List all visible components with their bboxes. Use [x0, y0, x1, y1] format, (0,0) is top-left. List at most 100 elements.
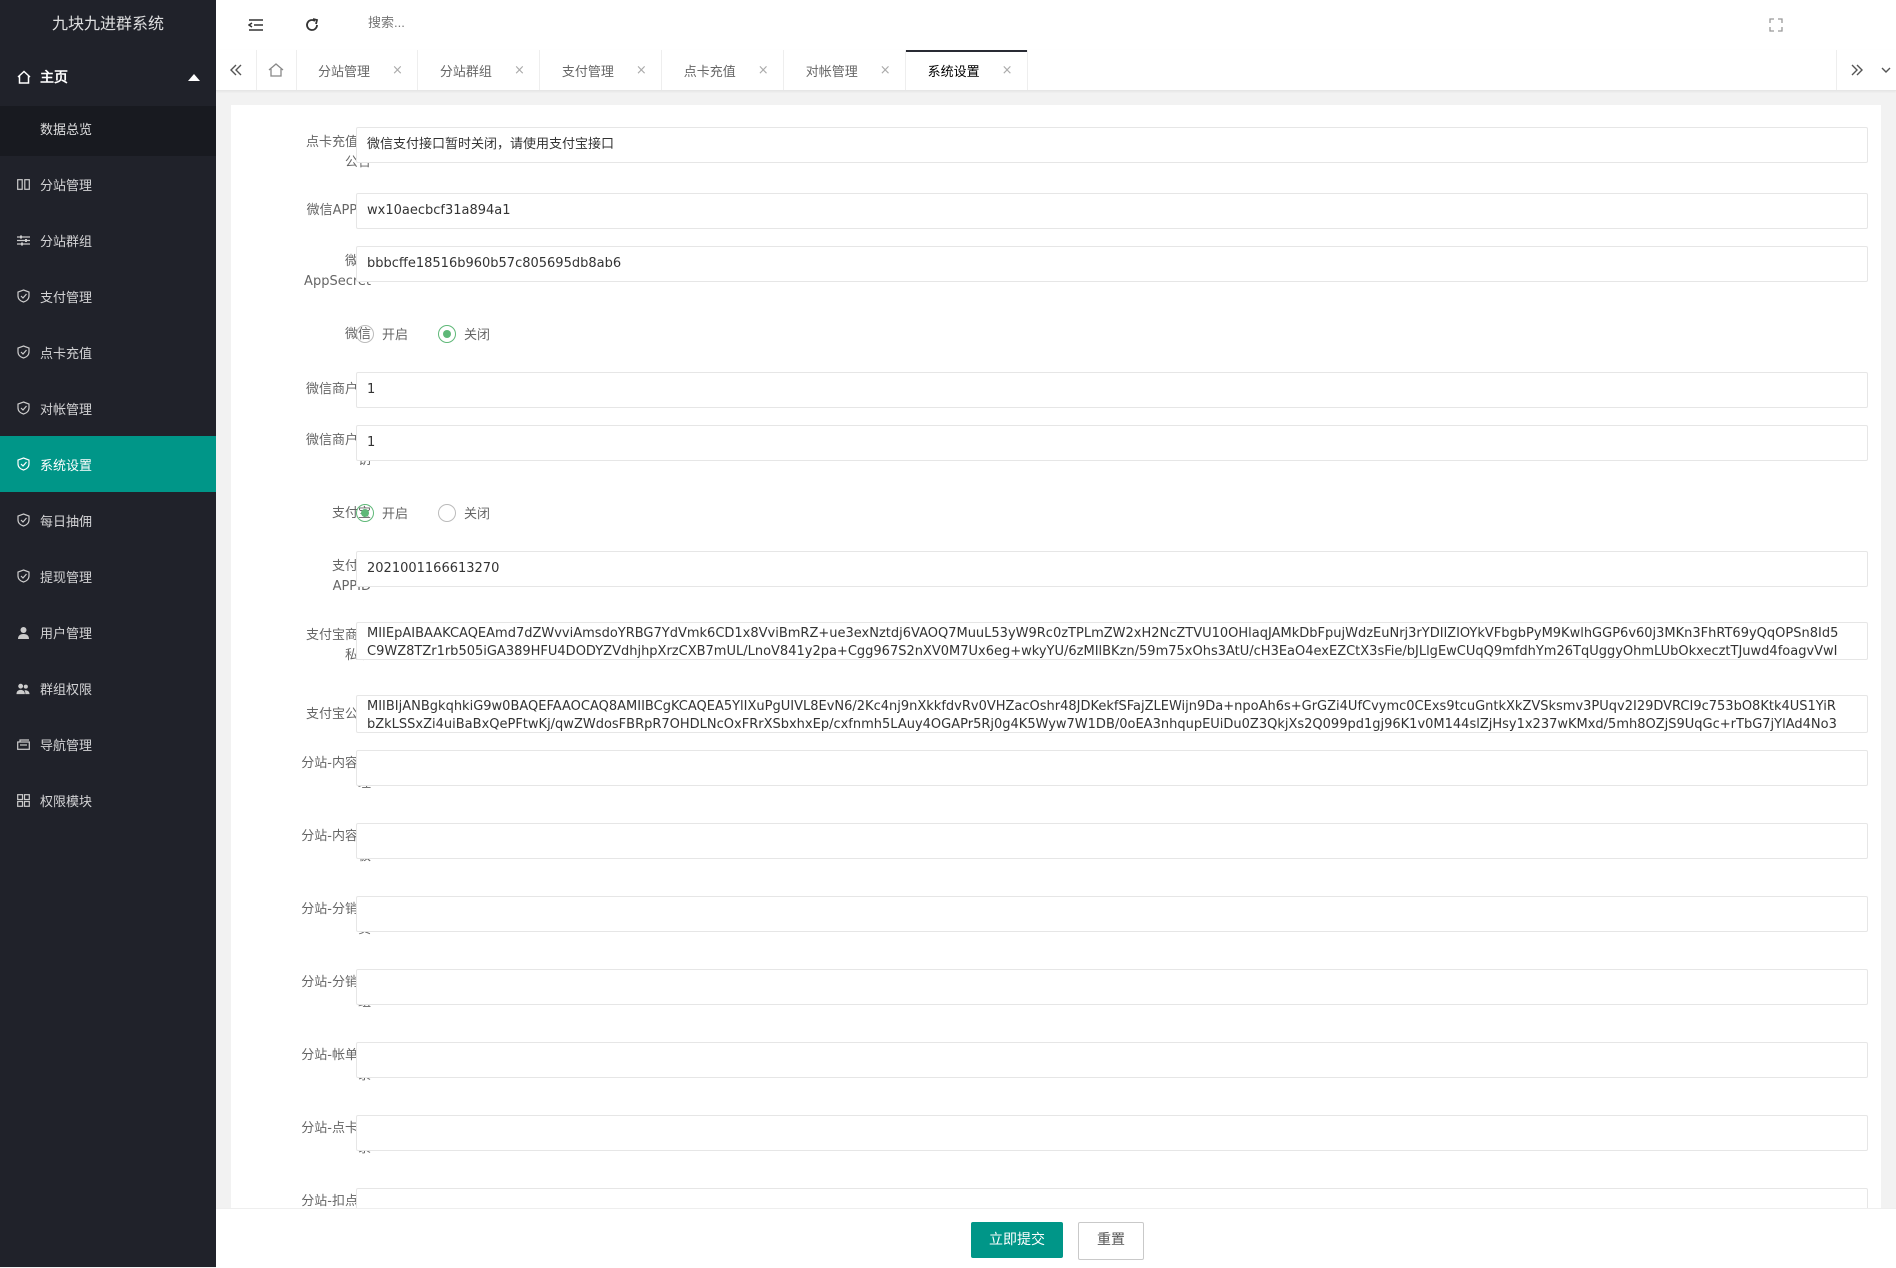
form-label: 微信 [344, 327, 371, 342]
shield-icon [16, 289, 30, 303]
form-label: 微信商户号 [305, 382, 371, 397]
sidebar-item-label: 用户管理 [40, 626, 93, 642]
wx-radio-on[interactable]: 开启 [356, 324, 408, 343]
sidebar-item-11[interactable]: 权限模块 [0, 772, 216, 828]
form-label: 分站-扣点记 [301, 1194, 371, 1208]
search-input[interactable] [366, 14, 670, 31]
user-icon [16, 625, 30, 639]
menu-toggle-icon[interactable] [244, 13, 268, 37]
sidebar-item-5[interactable]: 系统设置 [0, 436, 216, 492]
submit-button[interactable]: 立即提交 [971, 1222, 1063, 1258]
sub-card-input[interactable] [356, 1115, 1868, 1151]
sidebar-item-3[interactable]: 点卡充值 [0, 324, 216, 380]
wx-radio-off[interactable]: 关闭 [438, 324, 490, 343]
form-label: 分站-点卡记录 [301, 1121, 371, 1156]
tabs-next-icon[interactable] [1836, 50, 1877, 90]
form-label: 支付宝商户私钥 [305, 628, 371, 663]
sidebar-item-label: 分站管理 [40, 178, 93, 194]
wx-mchkey-input[interactable]: 1 [356, 425, 1868, 461]
sub-content-mgmt-input[interactable] [356, 750, 1868, 786]
radio-circle [438, 503, 456, 522]
columns-icon [16, 177, 30, 191]
home-icon [16, 69, 32, 85]
close-icon[interactable]: × [392, 63, 403, 78]
sidebar-item-10[interactable]: 导航管理 [0, 716, 216, 772]
form-label: 微信AppSecret [304, 254, 371, 289]
sidebar-item-label: 权限模块 [40, 794, 93, 810]
close-icon[interactable]: × [880, 63, 891, 78]
refresh-icon[interactable] [300, 13, 324, 37]
form-label: 点卡充值页公告 [305, 135, 371, 170]
close-icon[interactable]: × [758, 63, 769, 78]
reset-button[interactable]: 重置 [1078, 1222, 1144, 1260]
form-footer: 立即提交 重置 [216, 1208, 1896, 1268]
sliders-icon [16, 233, 30, 247]
tab-0[interactable]: 分站管理 × [296, 50, 418, 90]
wx-mchid-input[interactable]: 1 [356, 372, 1868, 408]
tab-label: 支付管理 [561, 64, 614, 80]
settings-form: 点卡充值页公告 微信支付接口暂时关闭，请使用支付宝接口 微信APPID wx10… [231, 105, 1881, 1208]
tab-3[interactable]: 点卡充值 × [662, 50, 784, 90]
top-header [216, 0, 1896, 51]
tab-2[interactable]: 支付管理 × [540, 50, 662, 90]
tab-1[interactable]: 分站群组 × [418, 50, 540, 90]
wx-appid-input[interactable]: wx10aecbcf31a894a1 [356, 193, 1868, 229]
shield-icon [16, 345, 30, 359]
app-title: 九块九进群系统 [51, 14, 164, 33]
tab-bar: 分站管理 × 分站群组 × 支付管理 × 点卡充值 × 对帐管理 × 系统设置 × [216, 50, 1896, 91]
sidebar-item-label: 群组权限 [40, 682, 93, 698]
tab-label: 对帐管理 [805, 64, 858, 80]
sidebar-item-6[interactable]: 每日抽佣 [0, 492, 216, 548]
shield-icon [16, 569, 30, 583]
close-icon[interactable]: × [514, 63, 525, 78]
tab-label: 分站群组 [439, 64, 492, 80]
sidebar-item-label: 支付管理 [40, 290, 93, 306]
sub-withdraw-input[interactable] [356, 1188, 1868, 1208]
form-label: 分站-内容模板 [301, 829, 371, 864]
ali-radio-on[interactable]: 开启 [356, 503, 408, 522]
sidebar-item-8[interactable]: 用户管理 [0, 604, 216, 660]
ali-public-key-textarea[interactable]: MIIBIjANBgkqhkiG9w0BAQEFAAOCAQ8AMIIBCgKC… [356, 695, 1868, 733]
form-label: 分站-内容管理 [301, 756, 371, 791]
sub-bill-input[interactable] [356, 1042, 1868, 1078]
tab-label: 分站管理 [318, 64, 371, 80]
form-label: 分站-分销会员 [301, 902, 371, 937]
tabs-prev-icon[interactable] [216, 50, 257, 90]
tab-5[interactable]: 系统设置 × [905, 50, 1028, 90]
sub-group-input[interactable] [356, 969, 1868, 1005]
shield-icon [16, 401, 30, 415]
ali-radio-off[interactable]: 关闭 [438, 503, 490, 522]
sidebar-item-1[interactable]: 分站群组 [0, 212, 216, 268]
notice-input[interactable]: 微信支付接口暂时关闭，请使用支付宝接口 [356, 127, 1868, 163]
radio-circle [356, 503, 374, 522]
radio-circle [438, 324, 456, 343]
form-label: 支付宝 APPID [331, 559, 371, 594]
sidebar-item-2[interactable]: 支付管理 [0, 268, 216, 324]
tabs-more-icon[interactable] [1876, 50, 1896, 90]
form-label: 支付宝公钥 [305, 707, 371, 722]
ali-appid-input[interactable]: 2021001166613270 [356, 551, 1868, 587]
wx-secret-input[interactable]: bbbcffe18516b960b57c805695db8ab6 [356, 246, 1868, 282]
sidebar-item-label: 对帐管理 [40, 402, 93, 418]
sidebar-item-label: 每日抽佣 [40, 514, 93, 530]
sidebar-item-home[interactable]: 主页 [0, 48, 216, 106]
close-icon[interactable]: × [1002, 63, 1013, 78]
tab-home-icon[interactable] [256, 50, 297, 90]
sidebar-item-label: 分站群组 [40, 234, 93, 250]
close-icon[interactable]: × [636, 63, 647, 78]
grid-icon [16, 793, 30, 807]
sidebar-item-label: 提现管理 [40, 570, 93, 586]
shield-icon [16, 457, 30, 471]
sidebar-item-4[interactable]: 对帐管理 [0, 380, 216, 436]
sub-content-tpl-input[interactable] [356, 823, 1868, 859]
sidebar-item-7[interactable]: 提现管理 [0, 548, 216, 604]
sidebar-item-9[interactable]: 群组权限 [0, 660, 216, 716]
fullscreen-icon[interactable] [1764, 13, 1788, 37]
shield-icon [16, 513, 30, 527]
tab-label: 系统设置 [927, 64, 980, 80]
sub-member-input[interactable] [356, 896, 1868, 932]
sidebar-subitem-overview[interactable]: 数据总览 [0, 106, 216, 156]
sidebar-item-0[interactable]: 分站管理 [0, 156, 216, 212]
tab-4[interactable]: 对帐管理 × [784, 50, 906, 90]
ali-private-key-textarea[interactable]: MIIEpAIBAAKCAQEAmd7dZWvviAmsdoYRBG7YdVmk… [356, 622, 1868, 660]
